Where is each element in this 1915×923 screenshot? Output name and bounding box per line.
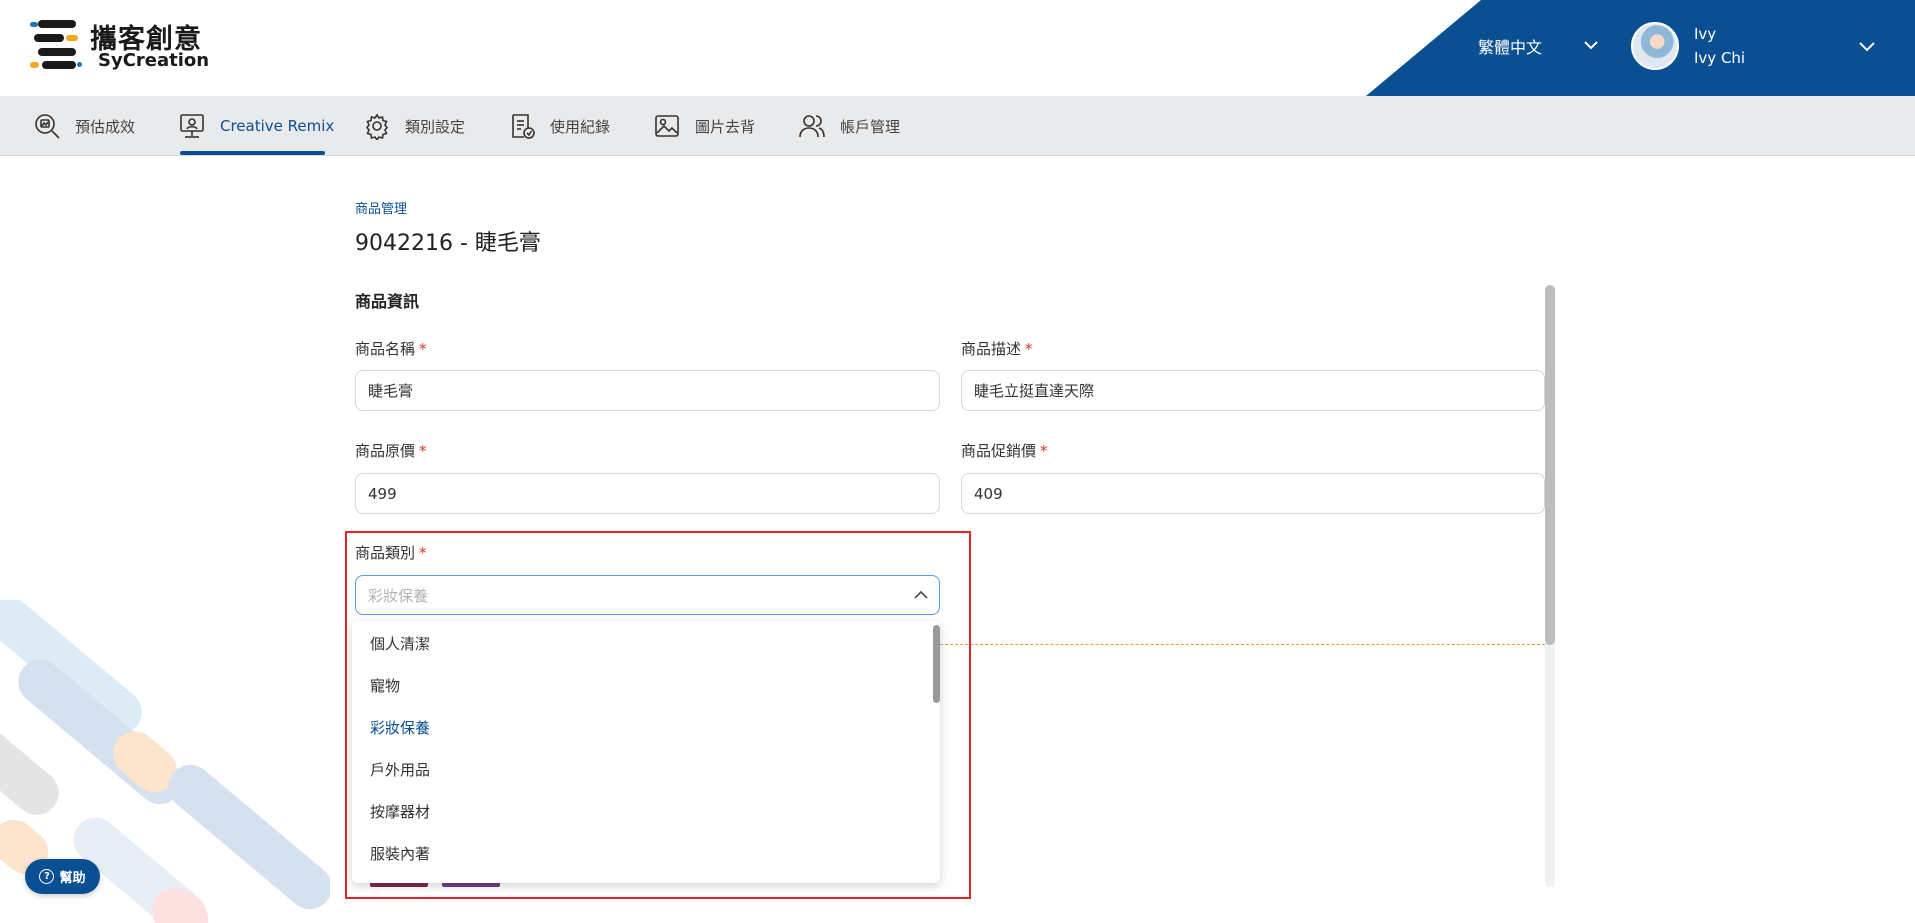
- product-name-input[interactable]: 睫毛膏: [355, 370, 940, 411]
- chevron-down-icon[interactable]: [1858, 37, 1876, 55]
- help-label: 幫助: [59, 871, 86, 886]
- section-title: 商品資訊: [355, 292, 420, 311]
- sale-price-input[interactable]: 409: [961, 473, 1545, 514]
- app-header: 攜客創意 SyCreation 繁體中文 Ivy Ivy Chi: [0, 0, 1915, 96]
- category-select[interactable]: 彩妝保養: [355, 575, 940, 615]
- label-text: 商品描述: [961, 340, 1022, 358]
- required-mark: *: [419, 544, 427, 562]
- active-tab-indicator: [180, 151, 325, 155]
- nav-item-background-removal[interactable]: 圖片去背: [653, 96, 755, 156]
- page-title: 9042216 - 睫毛膏: [355, 231, 541, 256]
- original-price-input[interactable]: 499: [355, 473, 940, 514]
- page-scrollbar-thumb[interactable]: [1545, 285, 1555, 645]
- help-button[interactable]: ? 幫助: [25, 859, 100, 894]
- category-label: 商品類別 *: [355, 542, 427, 563]
- nav-item-performance[interactable]: 預估成效: [33, 96, 135, 156]
- nav-label: 類別設定: [405, 117, 466, 136]
- nav-label: 圖片去背: [695, 117, 756, 136]
- chevron-down-icon[interactable]: [1583, 37, 1599, 53]
- nav-label: Creative Remix: [220, 117, 335, 135]
- dropdown-option[interactable]: 戶外用品: [370, 759, 430, 780]
- required-mark: *: [1025, 340, 1033, 358]
- sale-price-label: 商品促銷價 *: [961, 440, 1048, 461]
- user-short-name: Ivy: [1694, 25, 1717, 43]
- label-text: 商品名稱: [355, 340, 416, 358]
- original-price-label: 商品原價 *: [355, 440, 427, 461]
- language-selector[interactable]: 繁體中文: [1478, 34, 1542, 58]
- question-circle-icon: ?: [39, 869, 55, 884]
- brand-logo[interactable]: 攜客創意 SyCreation: [30, 17, 230, 73]
- nav-label: 使用紀錄: [550, 117, 611, 136]
- nav-item-account-management[interactable]: 帳戶管理: [798, 96, 900, 156]
- dropdown-option-selected[interactable]: 彩妝保養: [370, 717, 430, 738]
- nav-item-category-settings[interactable]: 類別設定: [363, 96, 465, 156]
- required-mark: *: [419, 340, 427, 358]
- monitor-remix-icon: [180, 114, 204, 138]
- users-icon: [799, 115, 825, 138]
- record-icon: [512, 114, 535, 139]
- breadcrumb[interactable]: 商品管理: [355, 198, 407, 217]
- product-description-label: 商品描述 *: [961, 338, 1033, 359]
- nav-item-usage-records[interactable]: 使用紀錄: [508, 96, 610, 156]
- divider-line: [940, 644, 1545, 645]
- brand-name-en: SyCreation: [98, 50, 210, 71]
- chevron-up-icon[interactable]: [912, 586, 930, 604]
- image-icon: [655, 115, 679, 137]
- label-text: 商品促銷價: [961, 442, 1037, 460]
- nav-label: 帳戶管理: [840, 117, 901, 136]
- product-description-input[interactable]: 睫毛立挺直達天際: [961, 370, 1545, 411]
- performance-search-icon: [35, 114, 60, 139]
- category-dropdown-list: 個人清潔 寵物 彩妝保養 戶外用品 按摩器材 服裝內著: [352, 621, 940, 883]
- avatar[interactable]: [1631, 22, 1679, 70]
- dropdown-option[interactable]: 寵物: [370, 675, 400, 696]
- nav-label: 預估成效: [75, 117, 136, 136]
- dropdown-option[interactable]: 個人清潔: [370, 633, 430, 654]
- dropdown-option[interactable]: 服裝內著: [370, 843, 430, 864]
- label-text: 商品原價: [355, 442, 416, 460]
- required-mark: *: [1040, 442, 1048, 460]
- dropdown-scrollbar[interactable]: [933, 625, 940, 703]
- dropdown-option[interactable]: 按摩器材: [370, 801, 430, 822]
- required-mark: *: [419, 442, 427, 460]
- label-text: 商品類別: [355, 544, 416, 562]
- product-name-label: 商品名稱 *: [355, 338, 427, 359]
- nav-item-creative-remix[interactable]: Creative Remix: [178, 96, 334, 156]
- logo-mark-icon: [30, 20, 82, 69]
- user-full-name: Ivy Chi: [1694, 49, 1746, 67]
- main-nav: 預估成效 Creative Remix 類別設定 使用紀錄 圖片去背 帳戶管理: [0, 96, 1915, 156]
- gear-icon: [365, 113, 389, 140]
